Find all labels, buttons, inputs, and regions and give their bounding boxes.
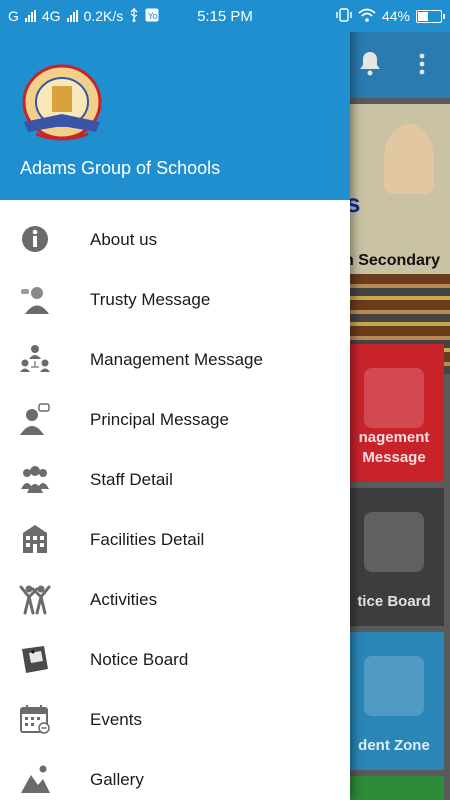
menu-item-facilities-detail[interactable]: Facilities Detail [0, 510, 350, 570]
menu-item-activities[interactable]: Activities [0, 570, 350, 630]
building-icon [18, 522, 52, 556]
wifi-icon [358, 8, 376, 25]
student-tile-icon [364, 656, 424, 716]
tile-management[interactable]: nagement Message [344, 344, 444, 482]
menu-item-about-us[interactable]: About us [0, 210, 350, 270]
banner-text: h Secondary [344, 252, 441, 269]
menu-label: Staff Detail [90, 470, 173, 489]
staff-icon [18, 462, 52, 496]
menu-item-principal-message[interactable]: Principal Message [0, 390, 350, 450]
drawer-menu: About us Trusty Message Management Messa… [0, 210, 350, 800]
menu-item-notice-board[interactable]: Notice Board [0, 630, 350, 690]
network-type-left: G [8, 8, 19, 24]
signal-icon [66, 10, 78, 22]
menu-label: Notice Board [90, 650, 189, 669]
network-type-right: 4G [41, 8, 61, 24]
calendar-icon [18, 702, 52, 736]
management-tile-icon [364, 368, 424, 428]
notice-tile-icon [364, 512, 424, 572]
menu-item-management-message[interactable]: Management Message [0, 330, 350, 390]
menu-label: Facilities Detail [90, 530, 205, 549]
navigation-drawer: Adams Group of Schools About us Trusty M… [0, 0, 350, 800]
menu-item-staff-detail[interactable]: Staff Detail [0, 450, 350, 510]
battery-fill [418, 11, 428, 21]
drawer-title: Adams Group of Schools [20, 158, 221, 178]
tile-label: nagement Message [358, 429, 430, 466]
menu-label: Gallery [90, 770, 144, 789]
info-icon [18, 222, 52, 256]
status-left: G 4G 0.2K/s Yo [8, 7, 159, 25]
svg-text:Yo: Yo [147, 12, 158, 22]
bell-icon[interactable] [358, 50, 382, 82]
gallery-icon [18, 762, 52, 796]
battery-percent: 44% [381, 8, 410, 24]
tile-student-zone[interactable]: dent Zone [344, 632, 444, 770]
status-bar: G 4G 0.2K/s Yo 5:15 PM 44% [0, 0, 450, 32]
menu-label: Trusty Message [90, 290, 211, 309]
overflow-menu-icon[interactable] [418, 52, 426, 82]
principal-icon [18, 402, 52, 436]
menu-label: Management Message [90, 350, 263, 369]
usb-icon [129, 7, 139, 25]
menu-item-events[interactable]: Events [0, 690, 350, 750]
management-icon [18, 342, 52, 376]
menu-label: Activities [90, 590, 158, 609]
tile-next[interactable] [344, 776, 444, 800]
professor-illustration [384, 124, 434, 194]
background-banner: s h Secondary [344, 104, 450, 374]
menu-label: Events [90, 710, 142, 729]
network-speed: 0.2K/s [83, 8, 124, 24]
tile-notice-board[interactable]: tice Board [344, 488, 444, 626]
signal-icon [24, 10, 36, 22]
menu-label: About us [90, 230, 158, 249]
vibrate-icon [336, 7, 352, 25]
tile-label: dent Zone [358, 737, 430, 754]
battery-icon [416, 9, 445, 23]
notice-icon [18, 642, 52, 676]
tile-label: tice Board [357, 593, 431, 610]
menu-item-gallery[interactable]: Gallery [0, 750, 350, 800]
activities-icon [18, 582, 52, 616]
menu-item-trusty-message[interactable]: Trusty Message [0, 270, 350, 330]
menu-label: Principal Message [90, 410, 229, 429]
app-notification-icon: Yo [145, 8, 159, 25]
trustee-icon [18, 282, 52, 316]
status-right: 44% [336, 7, 445, 25]
school-logo [16, 62, 108, 146]
